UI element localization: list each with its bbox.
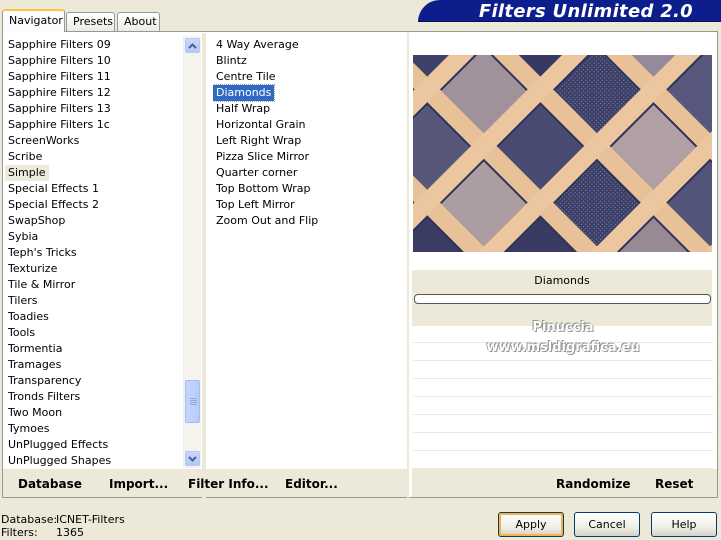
category-item[interactable]: Teph's Tricks: [5, 245, 80, 261]
scroll-up-button[interactable]: [185, 38, 200, 53]
filter-item[interactable]: Horizontal Grain: [213, 117, 308, 133]
filter-item[interactable]: Top Left Mirror: [213, 197, 298, 213]
tab-presets[interactable]: Presets: [66, 12, 115, 31]
category-item[interactable]: Tymoes: [5, 421, 52, 437]
filter-item[interactable]: Diamonds: [213, 84, 276, 102]
category-item[interactable]: Sapphire Filters 1c: [5, 117, 113, 133]
watermark-name: Pinuccia: [532, 320, 594, 335]
filter-info-button[interactable]: Filter Info...: [188, 477, 269, 491]
category-item[interactable]: ScreenWorks: [5, 133, 82, 149]
category-item[interactable]: Sapphire Filters 12: [5, 85, 114, 101]
category-item[interactable]: Tilers: [5, 293, 41, 309]
app-title: Filters Unlimited 2.0: [478, 1, 693, 22]
category-item[interactable]: Two Moon: [5, 405, 65, 421]
param-row[interactable]: [413, 416, 713, 433]
cancel-button[interactable]: Cancel: [574, 512, 640, 537]
chevron-down-icon: [188, 455, 197, 462]
filter-list[interactable]: 4 Way Average Blintz Centre Tile Diamonds Ha…: [213, 36, 405, 468]
database-label: Database:: [1, 513, 58, 526]
filter-item[interactable]: Zoom Out and Flip: [213, 213, 321, 229]
list-divider: [202, 33, 206, 498]
randomize-button[interactable]: Randomize: [556, 477, 630, 491]
category-item[interactable]: Special Effects 2: [5, 197, 102, 213]
category-item[interactable]: Special Effects 1: [5, 181, 102, 197]
reset-button[interactable]: Reset: [655, 477, 693, 491]
scroll-thumb[interactable]: [185, 380, 200, 423]
filters-count: 1365: [56, 526, 84, 539]
editor-button[interactable]: Editor...: [285, 477, 338, 491]
title-banner: Filters Unlimited 2.0: [418, 0, 721, 22]
param-row[interactable]: [413, 362, 713, 379]
filter-item[interactable]: Centre Tile: [213, 69, 279, 85]
apply-button[interactable]: Apply: [498, 512, 564, 537]
scroll-down-button[interactable]: [185, 451, 200, 466]
category-item[interactable]: Tile & Mirror: [5, 277, 78, 293]
category-scrollbar[interactable]: [183, 36, 201, 468]
tab-about[interactable]: About: [117, 12, 160, 31]
category-item[interactable]: SwapShop: [5, 213, 68, 229]
category-item[interactable]: Tramages: [5, 357, 64, 373]
category-item[interactable]: Simple: [5, 165, 49, 181]
category-item[interactable]: Sapphire Filters 13: [5, 101, 114, 117]
import-button[interactable]: Import...: [109, 477, 168, 491]
filter-item[interactable]: Blintz: [213, 53, 250, 69]
param-row[interactable]: [413, 380, 713, 397]
category-item[interactable]: Sapphire Filters 09: [5, 37, 114, 53]
category-item[interactable]: Texturize: [5, 261, 60, 277]
help-button[interactable]: Help: [651, 512, 717, 537]
category-item[interactable]: UnPlugged Shapes: [5, 453, 114, 468]
filter-item[interactable]: Pizza Slice Mirror: [213, 149, 312, 165]
progress-bar: [414, 294, 711, 304]
filter-item[interactable]: Left Right Wrap: [213, 133, 304, 149]
database-button[interactable]: Database: [18, 477, 82, 491]
filter-item[interactable]: Top Bottom Wrap: [213, 181, 314, 197]
category-item[interactable]: Scribe: [5, 149, 45, 165]
category-item[interactable]: Tormentia: [5, 341, 65, 357]
filter-item[interactable]: 4 Way Average: [213, 37, 302, 53]
param-row[interactable]: [413, 398, 713, 415]
chevron-up-icon: [188, 42, 197, 49]
category-list[interactable]: Sapphire Filters 09 Sapphire Filters 10 Sa…: [5, 36, 183, 468]
category-item[interactable]: Sapphire Filters 10: [5, 53, 114, 69]
preview-caption: Diamonds: [412, 270, 712, 292]
category-item[interactable]: Tronds Filters: [5, 389, 83, 405]
category-item[interactable]: Sybia: [5, 229, 41, 245]
preview-divider: [407, 33, 409, 498]
category-item[interactable]: Tools: [5, 325, 38, 341]
tab-navigator[interactable]: Navigator: [2, 9, 65, 32]
param-row[interactable]: [413, 434, 713, 451]
filter-item[interactable]: Quarter corner: [213, 165, 300, 181]
filters-label: Filters:: [1, 526, 38, 539]
category-item[interactable]: UnPlugged Effects: [5, 437, 111, 453]
filter-item[interactable]: Half Wrap: [213, 101, 273, 117]
preview-image: [413, 55, 712, 252]
param-row[interactable]: [413, 452, 713, 469]
category-item[interactable]: Sapphire Filters 11: [5, 69, 114, 85]
category-item[interactable]: Toadies: [5, 309, 52, 325]
watermark-url: www.msldigrafica.eu: [486, 340, 640, 355]
database-value: ICNET-Filters: [56, 513, 125, 526]
category-item[interactable]: Transparency: [5, 373, 84, 389]
